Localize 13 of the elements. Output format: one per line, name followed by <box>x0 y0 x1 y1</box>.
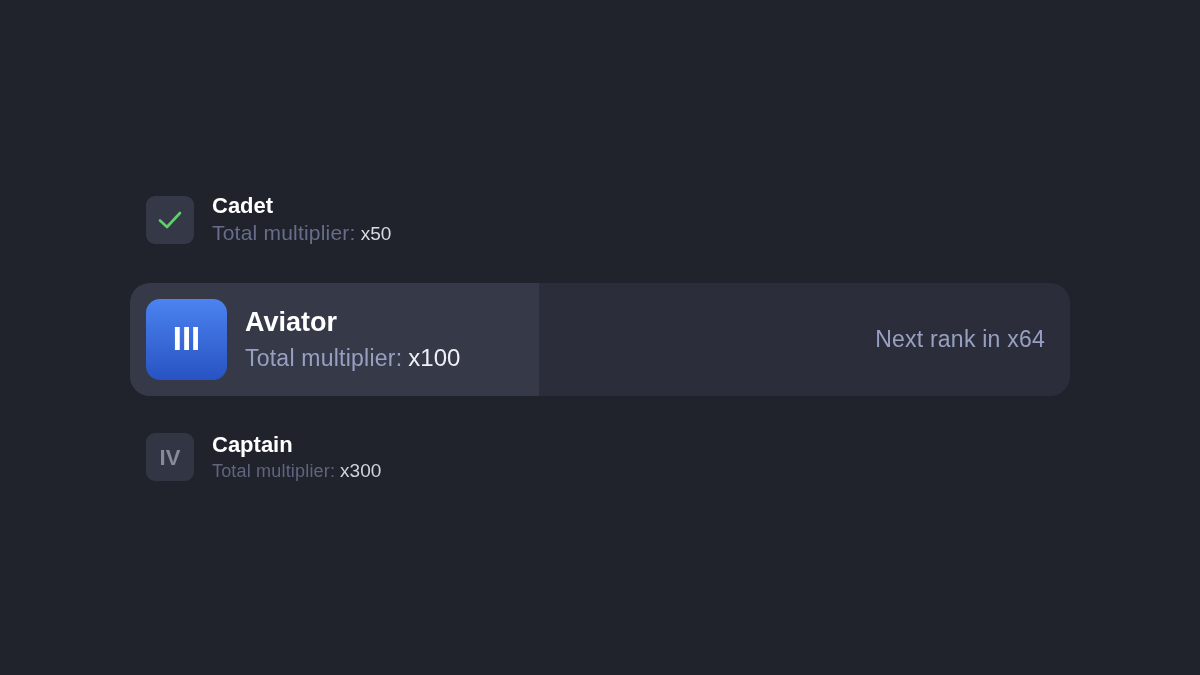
multiplier-label: Total multiplier: <box>245 344 403 373</box>
next-rank-text: Next rank in x64 <box>875 325 1046 354</box>
rank-emblem: III <box>146 298 227 380</box>
rank-name: Aviator <box>245 306 339 339</box>
rank-name: Cadet <box>212 191 275 219</box>
multiplier-label: Total multiplier: <box>212 219 356 246</box>
multiplier-value: x50 <box>360 221 392 246</box>
rank-name: Captain <box>212 430 294 458</box>
multiplier-value: x100 <box>408 343 461 373</box>
multiplier-label: Total multiplier: <box>212 459 336 483</box>
multiplier-value: x300 <box>340 458 382 483</box>
rank-emblem: IV <box>146 433 194 481</box>
check-icon <box>146 195 194 244</box>
